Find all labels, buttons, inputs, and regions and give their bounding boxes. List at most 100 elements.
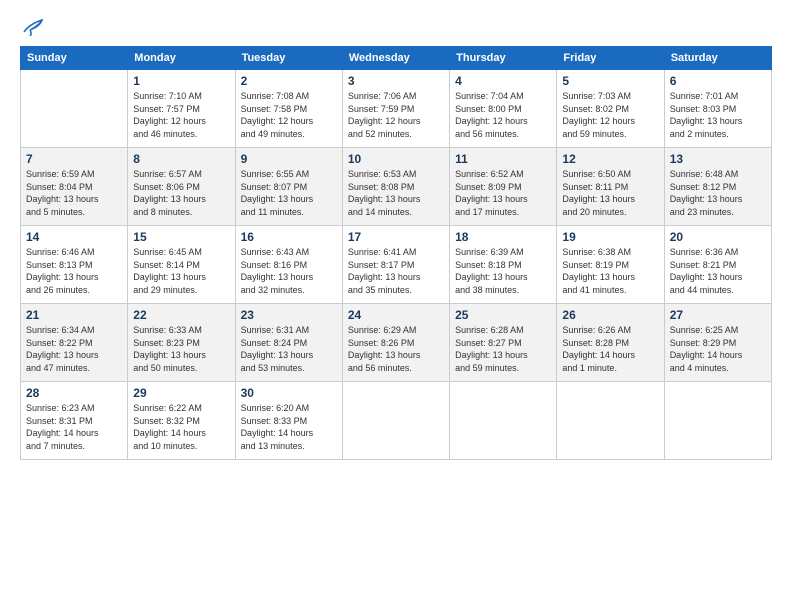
weekday-header-tuesday: Tuesday <box>235 47 342 70</box>
calendar-cell: 4Sunrise: 7:04 AM Sunset: 8:00 PM Daylig… <box>450 70 557 148</box>
calendar-cell: 14 Sunrise: 6:46 AM Sunset: 8:13 PM Dayli… <box>21 226 128 304</box>
calendar-cell <box>664 382 771 460</box>
logo <box>20 18 44 34</box>
weekday-header-saturday: Saturday <box>664 47 771 70</box>
day-info: Sunrise: 6:45 AM Sunset: 8:14 PM Dayligh… <box>133 246 229 296</box>
day-info: Sunrise: 6:28 AM Sunset: 8:27 PM Dayligh… <box>455 324 551 374</box>
calendar-week-row: 21Sunrise: 6:34 AM Sunset: 8:22 PM Dayli… <box>21 304 772 382</box>
day-info: Sunrise: 6:48 AM Sunset: 8:12 PM Dayligh… <box>670 168 766 218</box>
calendar-cell <box>557 382 664 460</box>
day-info: Sunrise: 6:52 AM Sunset: 8:09 PM Dayligh… <box>455 168 551 218</box>
calendar-cell: 3 Sunrise: 7:06 AM Sunset: 7:59 PM Daylig… <box>342 70 449 148</box>
day-number: 5 <box>562 74 658 88</box>
day-number: 20 <box>670 230 766 244</box>
day-info: Sunrise: 6:57 AM Sunset: 8:06 PM Dayligh… <box>133 168 229 218</box>
calendar-cell: 6 Sunrise: 7:01 AM Sunset: 8:03 PM Daylig… <box>664 70 771 148</box>
logo-bird-icon <box>22 18 44 36</box>
day-number: 6 <box>670 74 766 88</box>
day-number: 16 <box>241 230 337 244</box>
calendar-cell: 19 Sunrise: 6:38 AM Sunset: 8:19 PM Dayli… <box>557 226 664 304</box>
calendar-cell: 23 Sunrise: 6:31 AM Sunset: 8:24 PM Dayli… <box>235 304 342 382</box>
day-info: Sunrise: 6:29 AM Sunset: 8:26 PM Dayligh… <box>348 324 444 374</box>
weekday-header-monday: Monday <box>128 47 235 70</box>
calendar-cell: 15 Sunrise: 6:45 AM Sunset: 8:14 PM Dayli… <box>128 226 235 304</box>
calendar-cell: 20Sunrise: 6:36 AM Sunset: 8:21 PM Dayli… <box>664 226 771 304</box>
day-number: 9 <box>241 152 337 166</box>
day-info: Sunrise: 6:39 AM Sunset: 8:18 PM Dayligh… <box>455 246 551 296</box>
day-number: 14 <box>26 230 122 244</box>
calendar-cell: 22Sunrise: 6:33 AM Sunset: 8:23 PM Dayli… <box>128 304 235 382</box>
day-info: Sunrise: 6:26 AM Sunset: 8:28 PM Dayligh… <box>562 324 658 374</box>
day-number: 27 <box>670 308 766 322</box>
calendar-body: 1Sunrise: 7:10 AM Sunset: 7:57 PM Daylig… <box>21 70 772 460</box>
calendar-cell <box>342 382 449 460</box>
day-number: 28 <box>26 386 122 400</box>
day-number: 4 <box>455 74 551 88</box>
calendar-cell: 30 Sunrise: 6:20 AM Sunset: 8:33 PM Dayli… <box>235 382 342 460</box>
day-number: 23 <box>241 308 337 322</box>
day-number: 12 <box>562 152 658 166</box>
weekday-header-wednesday: Wednesday <box>342 47 449 70</box>
day-info: Sunrise: 6:46 AM Sunset: 8:13 PM Dayligh… <box>26 246 122 296</box>
calendar-cell: 13 Sunrise: 6:48 AM Sunset: 8:12 PM Dayli… <box>664 148 771 226</box>
day-number: 19 <box>562 230 658 244</box>
day-number: 18 <box>455 230 551 244</box>
calendar-cell: 26 Sunrise: 6:26 AM Sunset: 8:28 PM Dayli… <box>557 304 664 382</box>
weekday-header-friday: Friday <box>557 47 664 70</box>
day-info: Sunrise: 7:08 AM Sunset: 7:58 PM Dayligh… <box>241 90 337 140</box>
day-number: 25 <box>455 308 551 322</box>
calendar-week-row: 1Sunrise: 7:10 AM Sunset: 7:57 PM Daylig… <box>21 70 772 148</box>
calendar-cell <box>450 382 557 460</box>
calendar-cell: 18 Sunrise: 6:39 AM Sunset: 8:18 PM Dayli… <box>450 226 557 304</box>
day-number: 15 <box>133 230 229 244</box>
day-number: 13 <box>670 152 766 166</box>
day-number: 30 <box>241 386 337 400</box>
day-info: Sunrise: 6:20 AM Sunset: 8:33 PM Dayligh… <box>241 402 337 452</box>
day-info: Sunrise: 6:31 AM Sunset: 8:24 PM Dayligh… <box>241 324 337 374</box>
day-number: 3 <box>348 74 444 88</box>
day-number: 29 <box>133 386 229 400</box>
weekday-header-thursday: Thursday <box>450 47 557 70</box>
day-info: Sunrise: 6:41 AM Sunset: 8:17 PM Dayligh… <box>348 246 444 296</box>
calendar-cell: 28 Sunrise: 6:23 AM Sunset: 8:31 PM Dayli… <box>21 382 128 460</box>
calendar-cell: 29Sunrise: 6:22 AM Sunset: 8:32 PM Dayli… <box>128 382 235 460</box>
day-info: Sunrise: 6:50 AM Sunset: 8:11 PM Dayligh… <box>562 168 658 218</box>
day-number: 11 <box>455 152 551 166</box>
day-info: Sunrise: 6:33 AM Sunset: 8:23 PM Dayligh… <box>133 324 229 374</box>
calendar-cell: 10Sunrise: 6:53 AM Sunset: 8:08 PM Dayli… <box>342 148 449 226</box>
weekday-header-sunday: Sunday <box>21 47 128 70</box>
calendar-week-row: 28 Sunrise: 6:23 AM Sunset: 8:31 PM Dayli… <box>21 382 772 460</box>
calendar-cell: 2 Sunrise: 7:08 AM Sunset: 7:58 PM Daylig… <box>235 70 342 148</box>
day-info: Sunrise: 6:23 AM Sunset: 8:31 PM Dayligh… <box>26 402 122 452</box>
calendar-cell: 24 Sunrise: 6:29 AM Sunset: 8:26 PM Dayli… <box>342 304 449 382</box>
calendar-cell: 16 Sunrise: 6:43 AM Sunset: 8:16 PM Dayli… <box>235 226 342 304</box>
calendar-cell: 25 Sunrise: 6:28 AM Sunset: 8:27 PM Dayli… <box>450 304 557 382</box>
day-number: 7 <box>26 152 122 166</box>
calendar-cell: 21Sunrise: 6:34 AM Sunset: 8:22 PM Dayli… <box>21 304 128 382</box>
day-info: Sunrise: 7:03 AM Sunset: 8:02 PM Dayligh… <box>562 90 658 140</box>
calendar-cell: 27 Sunrise: 6:25 AM Sunset: 8:29 PM Dayli… <box>664 304 771 382</box>
day-info: Sunrise: 6:38 AM Sunset: 8:19 PM Dayligh… <box>562 246 658 296</box>
calendar-cell: 17 Sunrise: 6:41 AM Sunset: 8:17 PM Dayli… <box>342 226 449 304</box>
day-info: Sunrise: 6:25 AM Sunset: 8:29 PM Dayligh… <box>670 324 766 374</box>
day-number: 21 <box>26 308 122 322</box>
day-info: Sunrise: 7:06 AM Sunset: 7:59 PM Dayligh… <box>348 90 444 140</box>
day-number: 17 <box>348 230 444 244</box>
day-info: Sunrise: 6:59 AM Sunset: 8:04 PM Dayligh… <box>26 168 122 218</box>
calendar-cell: 12 Sunrise: 6:50 AM Sunset: 8:11 PM Dayli… <box>557 148 664 226</box>
day-info: Sunrise: 7:01 AM Sunset: 8:03 PM Dayligh… <box>670 90 766 140</box>
calendar-table: SundayMondayTuesdayWednesdayThursdayFrid… <box>20 46 772 460</box>
day-info: Sunrise: 6:55 AM Sunset: 8:07 PM Dayligh… <box>241 168 337 218</box>
day-number: 2 <box>241 74 337 88</box>
calendar-week-row: 14 Sunrise: 6:46 AM Sunset: 8:13 PM Dayli… <box>21 226 772 304</box>
calendar-cell: 11 Sunrise: 6:52 AM Sunset: 8:09 PM Dayli… <box>450 148 557 226</box>
calendar-cell: 8 Sunrise: 6:57 AM Sunset: 8:06 PM Daylig… <box>128 148 235 226</box>
day-number: 8 <box>133 152 229 166</box>
day-info: Sunrise: 7:10 AM Sunset: 7:57 PM Dayligh… <box>133 90 229 140</box>
calendar-week-row: 7 Sunrise: 6:59 AM Sunset: 8:04 PM Daylig… <box>21 148 772 226</box>
calendar-cell: 5 Sunrise: 7:03 AM Sunset: 8:02 PM Daylig… <box>557 70 664 148</box>
calendar-cell <box>21 70 128 148</box>
day-number: 24 <box>348 308 444 322</box>
day-info: Sunrise: 6:43 AM Sunset: 8:16 PM Dayligh… <box>241 246 337 296</box>
day-number: 26 <box>562 308 658 322</box>
